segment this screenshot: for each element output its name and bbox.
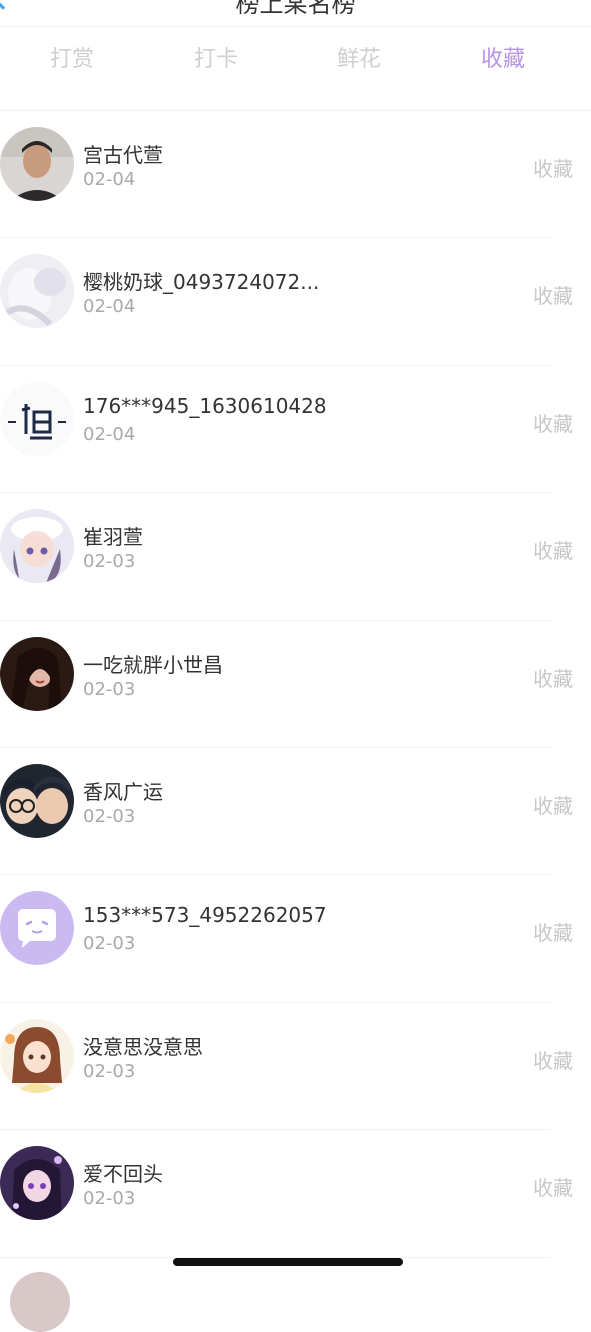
user-name: 宫古代萱 [83, 143, 163, 167]
tab-favorites[interactable]: 收藏 [453, 40, 553, 80]
favorite-label: 收藏 [533, 157, 573, 181]
top-bar: 榜上某名榜 [0, 0, 591, 27]
avatar-calligraphy-icon[interactable] [0, 381, 74, 456]
list-item[interactable]: 宫古代萱 02-04 收藏 [0, 111, 591, 239]
list-item[interactable]: 樱桃奶球_0493724072... 02-04 收藏 [0, 238, 591, 366]
favorite-label: 收藏 [533, 411, 573, 436]
user-name: 176***945_1630610428 [83, 393, 327, 418]
avatar-anime-girl-blue-icon[interactable] [0, 509, 74, 584]
home-indicator[interactable] [173, 1258, 403, 1266]
avatar-photo-man-icon[interactable] [0, 127, 74, 201]
favorite-label: 收藏 [533, 921, 573, 946]
favorite-label: 收藏 [533, 284, 573, 309]
tab-flowers[interactable]: 鲜花 [309, 40, 409, 80]
item-date: 02-03 [83, 933, 136, 955]
user-name: 爱不回头 [83, 1162, 163, 1187]
list-item[interactable]: 153***573_4952262057 02-03 收藏 [0, 875, 591, 1003]
avatar-photo-woman-icon[interactable] [0, 636, 74, 711]
tab-checkin[interactable]: 打卡 [166, 40, 266, 80]
avatar-default-chat-icon[interactable] [0, 891, 74, 966]
list-item[interactable]: 香风广运 02-03 收藏 [0, 748, 591, 876]
user-name: 樱桃奶球_0493724072... [83, 270, 320, 295]
favorite-label: 收藏 [533, 539, 573, 564]
tab-reward[interactable]: 打赏 [22, 40, 122, 80]
favorite-label: 收藏 [533, 793, 573, 818]
user-name: 没意思没意思 [83, 1034, 203, 1059]
user-name: 153***573_4952262057 [83, 903, 327, 928]
user-name: 一吃就胖小世昌 [83, 652, 223, 677]
avatar-anime-girl-purple-icon[interactable] [0, 1146, 74, 1221]
user-name: 崔羽萱 [83, 525, 143, 550]
avatar-anime-girl-white-icon[interactable] [0, 254, 74, 329]
user-name: 香风广运 [83, 779, 163, 804]
list-item[interactable]: 没意思没意思 02-03 收藏 [0, 1003, 591, 1131]
list-item[interactable]: 一吃就胖小世昌 02-03 收藏 [0, 621, 591, 748]
item-date: 02-03 [83, 678, 136, 700]
favorites-list: 宫古代萱 02-04 收藏 樱桃奶球_0493724072... 02-04 收… [0, 111, 591, 1258]
favorite-label: 收藏 [533, 666, 573, 691]
favorite-label: 收藏 [533, 1176, 573, 1201]
list-item[interactable]: 176***945_1630610428 02-04 收藏 [0, 366, 591, 494]
item-date: 02-03 [83, 1188, 136, 1210]
list-item[interactable]: 爱不回头 02-03 收藏 [0, 1130, 591, 1258]
favorite-label: 收藏 [533, 1048, 573, 1073]
avatar-anime-detective-icon[interactable] [0, 763, 74, 838]
item-date: 02-03 [83, 805, 136, 827]
tab-bar: 打赏 打卡 鲜花 收藏 [0, 40, 591, 80]
item-date: 02-04 [83, 169, 136, 190]
list-item[interactable]: 崔羽萱 02-03 收藏 [0, 493, 591, 621]
next-avatar-icon [10, 1272, 70, 1332]
item-date: 02-04 [83, 296, 136, 318]
avatar-cartoon-girl-icon[interactable] [0, 1018, 74, 1093]
item-date: 02-03 [83, 1060, 136, 1082]
item-date: 02-03 [83, 551, 136, 573]
page-title: 榜上某名榜 [235, 0, 356, 18]
item-date: 02-04 [83, 423, 136, 445]
